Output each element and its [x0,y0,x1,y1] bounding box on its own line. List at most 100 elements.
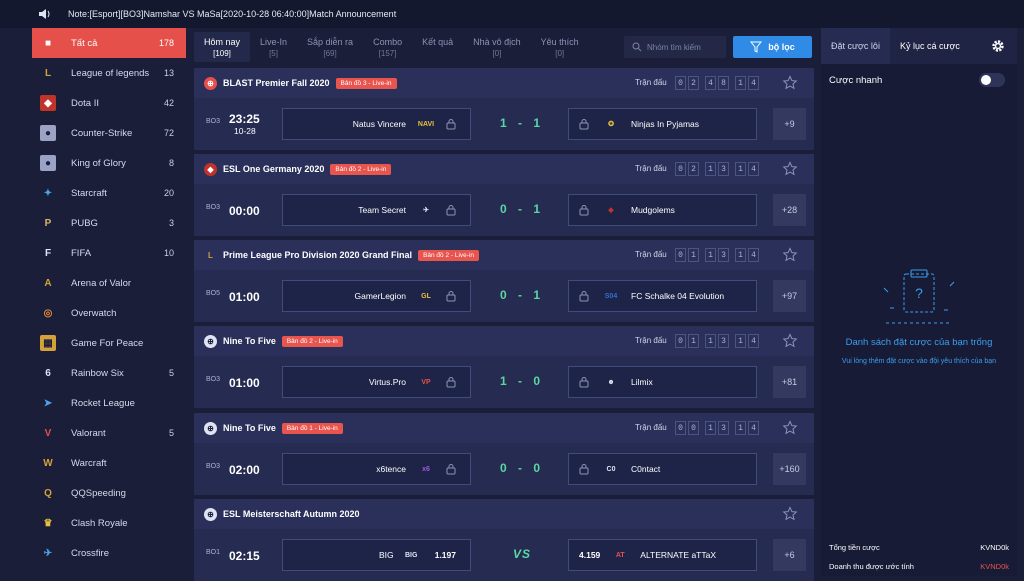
sidebar-item-king-of-glory[interactable]: ● King of Glory 8 [32,148,186,178]
rainbow-six-icon: 6 [45,367,51,379]
announcement-text[interactable]: Note:[Esport][BO3]Namshar VS MaSa[2020-1… [68,9,396,19]
timer-digit: 1 [735,76,746,90]
timer-digit: 2 [688,76,699,90]
match-header: ⊕ Nine To Five Bản đồ 1 - Live-in Trận đấu 0… [194,413,814,443]
away-team-button[interactable]: ◆ Mudgolems [568,194,757,226]
home-team-button[interactable]: Virtus.Pro VP [282,366,471,398]
away-team-button[interactable]: C0 C0ntact [568,453,757,485]
league-name[interactable]: BLAST Premier Fall 2020 [223,78,330,88]
gear-icon[interactable] [991,39,1005,53]
favorite-star-icon[interactable] [782,420,798,436]
league-name[interactable]: Prime League Pro Division 2020 Grand Fin… [223,250,412,260]
quick-bet-label: Cược nhanh [829,74,883,86]
sidebar-item-starcraft[interactable]: ✦ Starcraft 20 [32,178,186,208]
sidebar-item-lol[interactable]: L League of legends 13 [32,58,186,88]
away-team-button[interactable]: S04 FC Schalke 04 Evolution [568,280,757,312]
tab-1[interactable]: Live-In [5] [250,36,297,60]
tab-count: [0] [555,49,565,58]
quick-bet-row: Cược nhanh [821,64,1017,96]
tab-count: [109] [213,49,231,58]
league-name[interactable]: Nine To Five [223,336,276,346]
more-markets-button[interactable]: +97 [773,280,806,312]
tab-label: Kết quả [422,37,454,47]
timer-digit: 1 [705,421,716,435]
sidebar-item-pubg[interactable]: P PUBG 3 [32,208,186,238]
tab-bet-history[interactable]: Kỷ lục cá cược [890,41,970,51]
sidebar-item-label: Valorant [71,427,106,439]
sidebar-item-qqspeeding[interactable]: Q QQSpeeding [32,478,186,508]
more-markets-button[interactable]: +28 [773,194,806,226]
tab-3[interactable]: Combo [157] [363,36,412,60]
sidebar-item-overwatch[interactable]: ◎ Overwatch [32,298,186,328]
timer-digit: 4 [748,162,759,176]
tab-5[interactable]: Nhà vô địch [0] [463,36,531,60]
away-team-button[interactable]: 4.159 AT ALTERNATE aTTaX [568,539,757,571]
away-odds: 4.159 [579,550,601,560]
match-time: 02:15 [229,549,260,563]
sidebar-item-csgo[interactable]: ● Counter-Strike 72 [32,118,186,148]
timer-digit: 4 [748,76,759,90]
favorite-star-icon[interactable] [782,161,798,177]
sidebar-item-rainbow-six[interactable]: 6 Rainbow Six 5 [32,358,186,388]
more-markets-button[interactable]: +9 [773,108,806,140]
league-name[interactable]: ESL One Germany 2020 [223,164,324,174]
more-markets-button[interactable]: +160 [773,453,806,485]
filter-icon [750,41,763,53]
sidebar-item-warcraft[interactable]: W Warcraft [32,448,186,478]
total-bet-label: Tổng tiền cược [829,543,880,552]
sidebar-item-arena-of-valor[interactable]: A Arena of Valor [32,268,186,298]
tab-0[interactable]: Hôm nay [109] [194,32,251,62]
live-badge: Bản đồ 1 - Live-in [281,422,343,434]
king-of-glory-icon: ● [40,155,56,171]
league-name[interactable]: Nine To Five [223,423,276,433]
timer-digit: 3 [718,162,729,176]
sidebar-item-label: Dota II [71,97,99,109]
favorite-star-icon[interactable] [782,506,798,522]
home-team-button[interactable]: GamerLegion GL [282,280,471,312]
sidebar-item-valorant[interactable]: V Valorant 5 [32,418,186,448]
sidebar-item-fifa[interactable]: F FIFA 10 [32,238,186,268]
match-format: BO5 [206,290,221,297]
tab-4[interactable]: Kết quả [412,36,463,48]
home-team-button[interactable]: Team Secret ✈ [282,194,471,226]
more-markets-button[interactable]: +6 [773,539,806,571]
timer-digit: 4 [748,334,759,348]
crossfire-icon: ✈ [43,547,53,559]
sidebar-item-count: 8 [168,158,174,168]
away-team-logo: C0 [606,465,616,473]
search-input[interactable]: Nhóm tìm kiếm [624,36,726,58]
all-games-icon: ■ [40,35,56,51]
home-team-button[interactable]: BIG BIG 1.197 [282,539,471,571]
home-team-button[interactable]: Natus Vincere NAVI [282,108,471,140]
away-team-button[interactable]: ☻ Lilmix [568,366,757,398]
sidebar-item-label: Warcraft [71,457,107,469]
csgo-icon: ⊕ [204,334,217,348]
home-team-name: BIG [379,550,394,560]
tab-6[interactable]: Yêu thích [0] [531,36,589,60]
away-team-button[interactable]: ✪ Ninjas In Pyjamas [568,108,757,140]
sidebar-item-dota[interactable]: ◆ Dota II 42 [32,88,186,118]
quick-bet-toggle[interactable] [979,73,1005,87]
sidebar-item-all-games[interactable]: ■ Tất cả 178 [32,28,186,58]
sidebar-item-clash-royale[interactable]: ♛ Clash Royale [32,508,186,538]
favorite-star-icon[interactable] [782,333,798,349]
tab-2[interactable]: Sắp diễn ra [69] [297,36,363,60]
match-header: ⊕ ESL Meisterschaft Autumn 2020 [194,499,814,529]
more-markets-button[interactable]: +81 [773,366,806,398]
filter-button[interactable]: bộ lọc [733,36,812,58]
tab-label: Sắp diễn ra [307,37,354,47]
tab-label: Live-In [260,37,288,47]
tab-bet-slip[interactable]: Đặt cược lôi [821,28,890,64]
home-team-logo: BIG [404,551,418,559]
sidebar-item-game-for-peace[interactable]: ▦ Game For Peace [32,328,186,358]
favorite-star-icon[interactable] [782,75,798,91]
match-score: 1 - 1 [499,116,544,130]
home-team-logo: ✈ [423,207,429,214]
favorite-star-icon[interactable] [782,247,798,263]
sidebar-item-crossfire[interactable]: ✈ Crossfire [32,538,186,568]
league-name[interactable]: ESL Meisterschaft Autumn 2020 [223,509,360,519]
sidebar-item-count: 3 [168,218,174,228]
sidebar-item-rocket-league[interactable]: ➤ Rocket League [32,388,186,418]
lol-icon: L [208,250,213,260]
home-team-button[interactable]: x6tence x6 [282,453,471,485]
